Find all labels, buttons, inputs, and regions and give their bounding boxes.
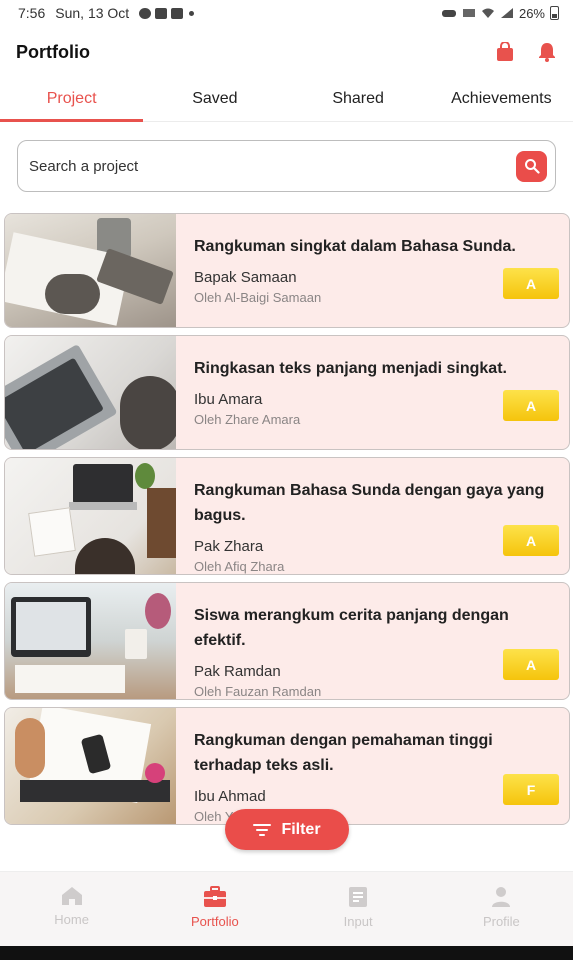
grade-badge: A — [503, 649, 559, 680]
tab-saved[interactable]: Saved — [143, 76, 286, 121]
nav-input[interactable]: Input — [287, 872, 430, 946]
project-submitted-by: Oleh Fauzan Ramdan — [194, 684, 322, 699]
page-title: Portfolio — [16, 41, 90, 62]
notification-icons — [139, 7, 195, 19]
project-title: Rangkuman singkat dalam Bahasa Sunda. — [194, 238, 516, 255]
project-title: Rangkuman dengan pemahaman tinggi terhad… — [194, 732, 493, 774]
status-time: 7:56 — [18, 5, 46, 21]
nav-input-label: Input — [343, 914, 373, 929]
project-card[interactable]: Rangkuman Bahasa Sunda dengan gaya yang … — [4, 457, 570, 575]
tab-bar: Project Saved Shared Achievements — [0, 76, 573, 122]
bell-icon[interactable] — [537, 42, 557, 62]
status-date: Sun, 13 Oct — [55, 5, 130, 21]
project-title: Siswa merangkum cerita panjang dengan ef… — [194, 607, 509, 649]
project-author: Pak Zhara — [194, 538, 264, 555]
project-info: Rangkuman dengan pemahaman tinggi terhad… — [176, 708, 569, 824]
project-title: Rangkuman Bahasa Sunda dengan gaya yang … — [194, 482, 545, 524]
project-author: Ibu Amara — [194, 391, 263, 408]
status-bar-right: 26% — [441, 6, 559, 21]
project-title: Ringkasan teks panjang menjadi singkat. — [194, 360, 507, 377]
project-thumbnail — [5, 458, 176, 574]
grade-badge: A — [503, 390, 559, 421]
project-thumbnail — [5, 214, 176, 327]
home-icon — [61, 887, 82, 905]
more-notifications-icon — [189, 10, 195, 16]
project-card[interactable]: Rangkuman singkat dalam Bahasa Sunda. Ba… — [4, 213, 570, 328]
whatsapp-icon — [139, 7, 152, 19]
project-card[interactable]: Ringkasan teks panjang menjadi singkat. … — [4, 335, 570, 450]
tab-project[interactable]: Project — [0, 76, 144, 122]
vpn-icon — [441, 10, 456, 17]
project-thumbnail — [5, 583, 176, 699]
search-icon — [524, 159, 540, 174]
person-icon — [492, 887, 511, 907]
project-author: Ibu Ahmad — [194, 788, 266, 805]
project-submitted-by: Oleh Zhare Amara — [194, 412, 301, 427]
project-card[interactable]: Siswa merangkum cerita panjang dengan ef… — [4, 582, 570, 700]
project-info: Siswa merangkum cerita panjang dengan ef… — [176, 583, 569, 699]
grade-badge: F — [503, 774, 559, 805]
shopping-bag-icon[interactable] — [495, 42, 515, 62]
app-bar-actions — [495, 42, 557, 62]
bottom-navigation: Home Portfolio Input Profile — [0, 871, 573, 946]
nav-profile[interactable]: Profile — [430, 872, 573, 946]
project-author: Pak Ramdan — [194, 663, 281, 680]
search-button[interactable] — [516, 150, 547, 182]
nav-profile-label: Profile — [482, 914, 520, 929]
nav-portfolio-label: Portfolio — [191, 914, 239, 929]
search-input[interactable] — [29, 157, 479, 175]
filter-button[interactable]: Filter — [225, 809, 349, 850]
project-submitted-by: Oleh Al-Baigi Samaan — [194, 290, 322, 305]
gmail-icon — [155, 7, 168, 19]
battery-percent: 26% — [518, 5, 545, 21]
grade-badge: A — [503, 525, 559, 556]
nav-home-label: Home — [54, 912, 89, 927]
system-navigation-bar — [0, 946, 573, 960]
filter-label: Filter — [281, 820, 321, 838]
project-author: Bapak Samaan — [194, 269, 297, 286]
tab-achievements[interactable]: Achievements — [430, 76, 573, 121]
status-bar: 7:56 Sun, 13 Oct 26% — [0, 0, 573, 26]
battery-icon — [550, 6, 559, 20]
nav-portfolio[interactable]: Portfolio — [143, 872, 286, 946]
project-info: Ringkasan teks panjang menjadi singkat. … — [176, 336, 569, 449]
youtube-icon — [171, 7, 184, 19]
document-icon — [349, 887, 368, 907]
briefcase-icon — [203, 886, 226, 907]
tab-shared[interactable]: Shared — [287, 76, 430, 121]
project-info: Rangkuman singkat dalam Bahasa Sunda. Ba… — [176, 214, 569, 327]
filter-icon — [253, 823, 272, 836]
data-icon — [462, 9, 475, 17]
project-thumbnail — [5, 336, 176, 449]
app-bar: Portfolio — [0, 30, 573, 74]
nav-home[interactable]: Home — [0, 872, 143, 946]
wifi-icon — [481, 8, 494, 18]
grade-badge: A — [503, 268, 559, 299]
signal-icon — [500, 8, 513, 18]
project-thumbnail — [5, 708, 176, 824]
project-card[interactable]: Rangkuman dengan pemahaman tinggi terhad… — [4, 707, 570, 825]
status-bar-left: 7:56 Sun, 13 Oct — [18, 5, 195, 21]
project-info: Rangkuman Bahasa Sunda dengan gaya yang … — [176, 458, 569, 574]
search-bar — [17, 140, 556, 192]
project-submitted-by: Oleh Afiq Zhara — [194, 559, 285, 574]
